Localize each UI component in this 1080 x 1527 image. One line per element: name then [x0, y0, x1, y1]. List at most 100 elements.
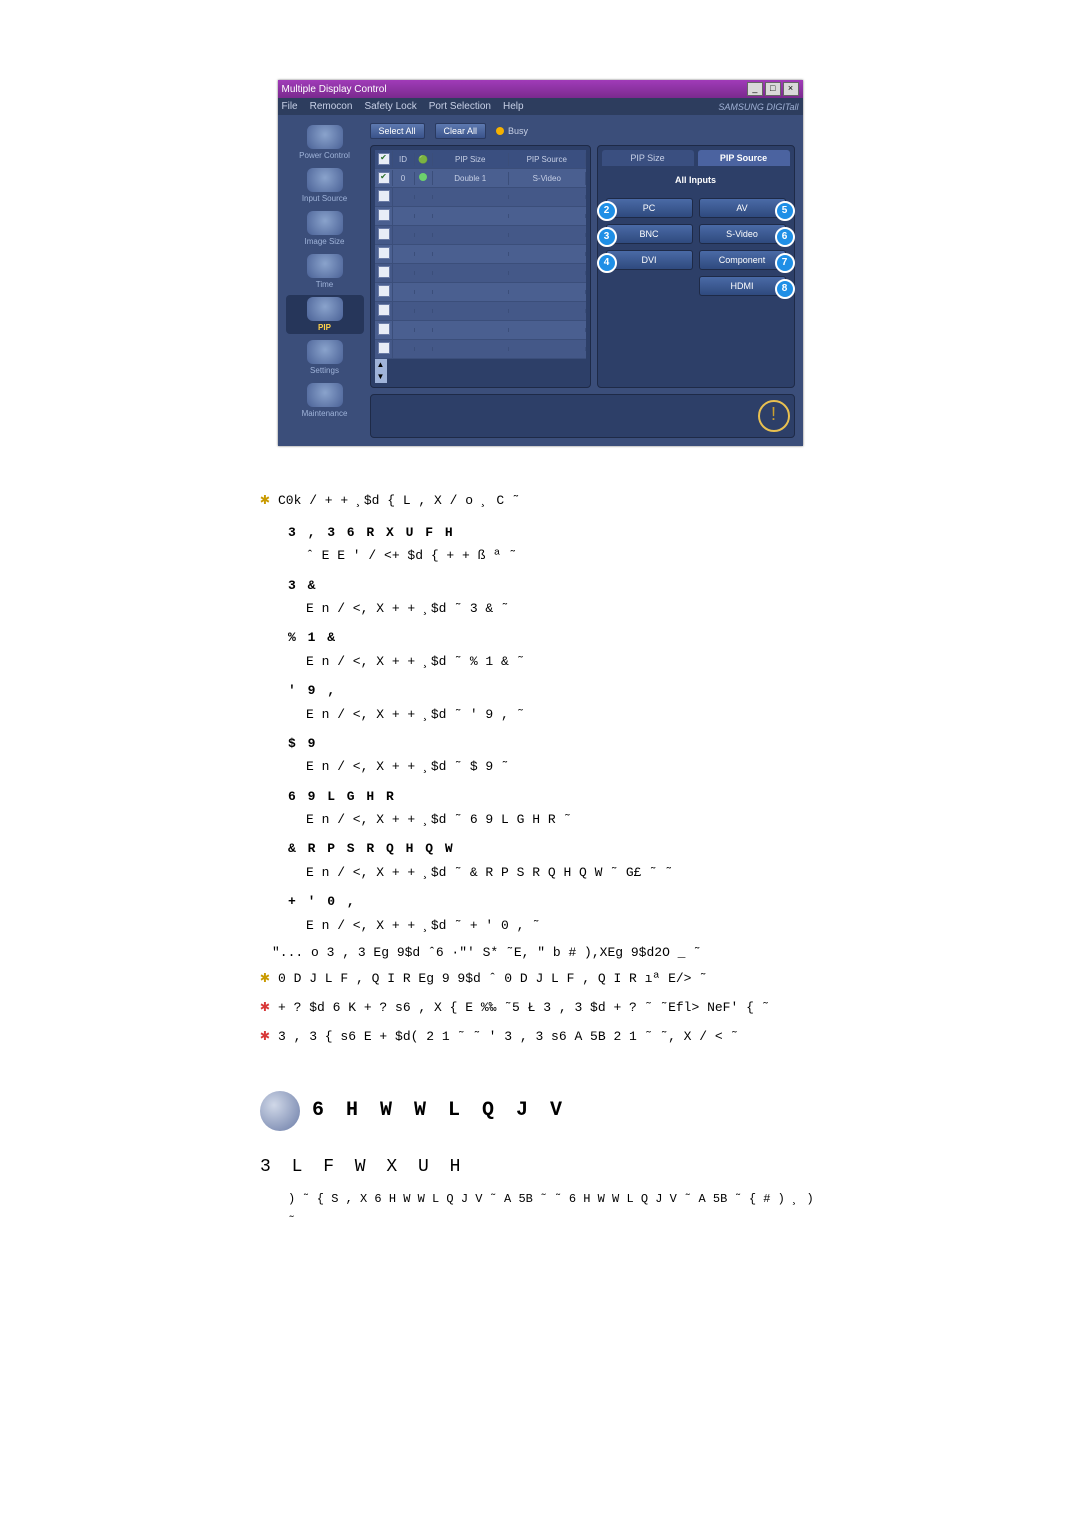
pip-source-panel: PIP Size PIP Source All Inputs 2 PC 5 AV [597, 145, 795, 388]
clear-all-button[interactable]: Clear All [435, 123, 487, 139]
subsection-title: 3 L F W X U H [260, 1151, 820, 1183]
minimize-button[interactable]: _ [747, 82, 763, 96]
source-dvi-button[interactable]: 4 DVI [606, 250, 693, 270]
callout-3: 3 [597, 227, 617, 247]
sidebar-item-image-size[interactable]: Image Size [286, 209, 364, 248]
source-bnc-button[interactable]: 3 BNC [606, 224, 693, 244]
callout-6: 6 [775, 227, 795, 247]
row-pip-source: S-Video [509, 172, 586, 185]
scroll-up-icon[interactable]: ▲ [375, 359, 387, 371]
row-checkbox[interactable] [378, 228, 390, 240]
star-icon: ✱ [260, 993, 278, 1022]
row-checkbox[interactable] [378, 342, 390, 354]
brand-label: SAMSUNG DIGITall [718, 102, 798, 112]
def-desc: E n / <, X + + ¸$d ˜ & R P S R Q H Q W ˜… [306, 861, 820, 884]
window-controls: _ □ × [748, 82, 799, 96]
header-checkbox[interactable] [378, 153, 390, 165]
sidebar-item-input-source[interactable]: Input Source [286, 166, 364, 205]
source-svideo-button[interactable]: 6 S-Video [699, 224, 786, 244]
list-row[interactable] [375, 226, 586, 245]
status-dot-icon [419, 173, 427, 181]
time-icon [307, 254, 343, 278]
def-desc: E n / <, X + + ¸$d ˜ ' 9 , ˜ [306, 703, 820, 726]
def-term: & R P S R Q H Q W [288, 837, 820, 860]
window-title: Multiple Display Control [282, 84, 387, 95]
sidebar-item-maintenance[interactable]: Maintenance [286, 381, 364, 420]
select-all-button[interactable]: Select All [370, 123, 425, 139]
list-row[interactable] [375, 302, 586, 321]
col-pip-source: PIP Source [509, 153, 586, 166]
main-area: Select All Clear All Busy ID 🟢 PIP Size [370, 123, 795, 438]
col-pip-size: PIP Size [433, 153, 510, 166]
list-row[interactable] [375, 207, 586, 226]
star-icon: ✱ [260, 964, 278, 993]
main-row: ID 🟢 PIP Size PIP Source 0 Double 1 S-Vi… [370, 145, 795, 388]
row-checkbox[interactable] [378, 266, 390, 278]
source-grid: 2 PC 5 AV 3 BNC 6 S-Vide [602, 194, 790, 300]
menu-port-selection[interactable]: Port Selection [429, 101, 491, 112]
source-hdmi-button[interactable]: 8 HDMI [699, 276, 786, 296]
status-panel: ! [370, 394, 795, 438]
menu-help[interactable]: Help [503, 101, 524, 112]
row-checkbox[interactable] [378, 209, 390, 221]
sidebar-item-settings[interactable]: Settings [286, 338, 364, 377]
source-pc-button[interactable]: 2 PC [606, 198, 693, 218]
list-row[interactable] [375, 321, 586, 340]
close-button[interactable]: × [783, 82, 799, 96]
list-row[interactable] [375, 283, 586, 302]
tabs: PIP Size PIP Source [602, 150, 790, 166]
row-checkbox[interactable] [378, 190, 390, 202]
list-scrollbar[interactable]: ▲ ▼ [375, 359, 387, 383]
def-term: 3 & [288, 574, 820, 597]
source-av-button[interactable]: 5 AV [699, 198, 786, 218]
col-id: ID [393, 153, 415, 166]
source-component-button[interactable]: 7 Component [699, 250, 786, 270]
row-checkbox[interactable] [378, 285, 390, 297]
all-inputs-label: All Inputs [602, 172, 790, 188]
scroll-down-icon[interactable]: ▼ [375, 371, 387, 383]
star-icon: ✱ [260, 486, 278, 515]
row-checkbox[interactable] [378, 304, 390, 316]
sidebar-item-power-control[interactable]: Power Control [286, 123, 364, 162]
sidebar-item-pip[interactable]: PIP [286, 295, 364, 334]
power-icon [307, 125, 343, 149]
row-checkbox[interactable] [378, 323, 390, 335]
subsection-desc: ) ˜ { S , X 6 H W W L Q J V ˜ A 5B ˜ ˜ 6… [288, 1189, 820, 1232]
image-size-icon [307, 211, 343, 235]
callout-2: 2 [597, 201, 617, 221]
def-desc: E n / <, X + + ¸$d ˜ + ' 0 , ˜ [306, 914, 820, 937]
list-row[interactable] [375, 245, 586, 264]
busy-indicator: Busy [496, 126, 528, 136]
callout-7: 7 [775, 253, 795, 273]
busy-dot-icon [496, 127, 504, 135]
sidebar: Power Control Input Source Image Size Ti… [286, 123, 364, 438]
list-row[interactable] [375, 188, 586, 207]
def-term: % 1 & [288, 626, 820, 649]
list-row[interactable] [375, 264, 586, 283]
row-checkbox[interactable] [378, 172, 390, 184]
warning-icon: ! [758, 400, 790, 432]
settings-icon [307, 340, 343, 364]
def-desc: E n / <, X + + ¸$d ˜ % 1 & ˜ [306, 650, 820, 673]
busy-label: Busy [508, 126, 528, 136]
tab-pip-size[interactable]: PIP Size [602, 150, 694, 166]
doc-bullet: ✱+ ? $d 6 K + ? s6 , X { E %‰ ˜5 Ł 3 , 3… [260, 993, 820, 1022]
doc-bullet: ✱0 D J L F , Q I R Eg 9 9$d ˆ 0 D J L F … [260, 964, 820, 993]
document-body: ✱C0k / + + ¸$d { L , X / o ¸ C ˜ 3 , 3 6… [260, 486, 820, 1232]
menu-safety-lock[interactable]: Safety Lock [364, 101, 416, 112]
row-pip-size: Double 1 [433, 172, 510, 185]
menu-remocon[interactable]: Remocon [310, 101, 353, 112]
maximize-button[interactable]: □ [765, 82, 781, 96]
titlebar: Multiple Display Control _ □ × [278, 80, 803, 98]
callout-8: 8 [775, 279, 795, 299]
def-desc: ˆ E E ' / <+ $d { + + ß ª ˜ [306, 544, 820, 567]
list-row[interactable]: 0 Double 1 S-Video [375, 169, 586, 188]
tab-pip-source[interactable]: PIP Source [698, 150, 790, 166]
list-row[interactable] [375, 340, 586, 359]
sidebar-item-time[interactable]: Time [286, 252, 364, 291]
def-desc: E n / <, X + + ¸$d ˜ 6 9 L G H R ˜ [306, 808, 820, 831]
row-checkbox[interactable] [378, 247, 390, 259]
input-source-icon [307, 168, 343, 192]
def-term: $ 9 [288, 732, 820, 755]
menu-file[interactable]: File [282, 101, 298, 112]
